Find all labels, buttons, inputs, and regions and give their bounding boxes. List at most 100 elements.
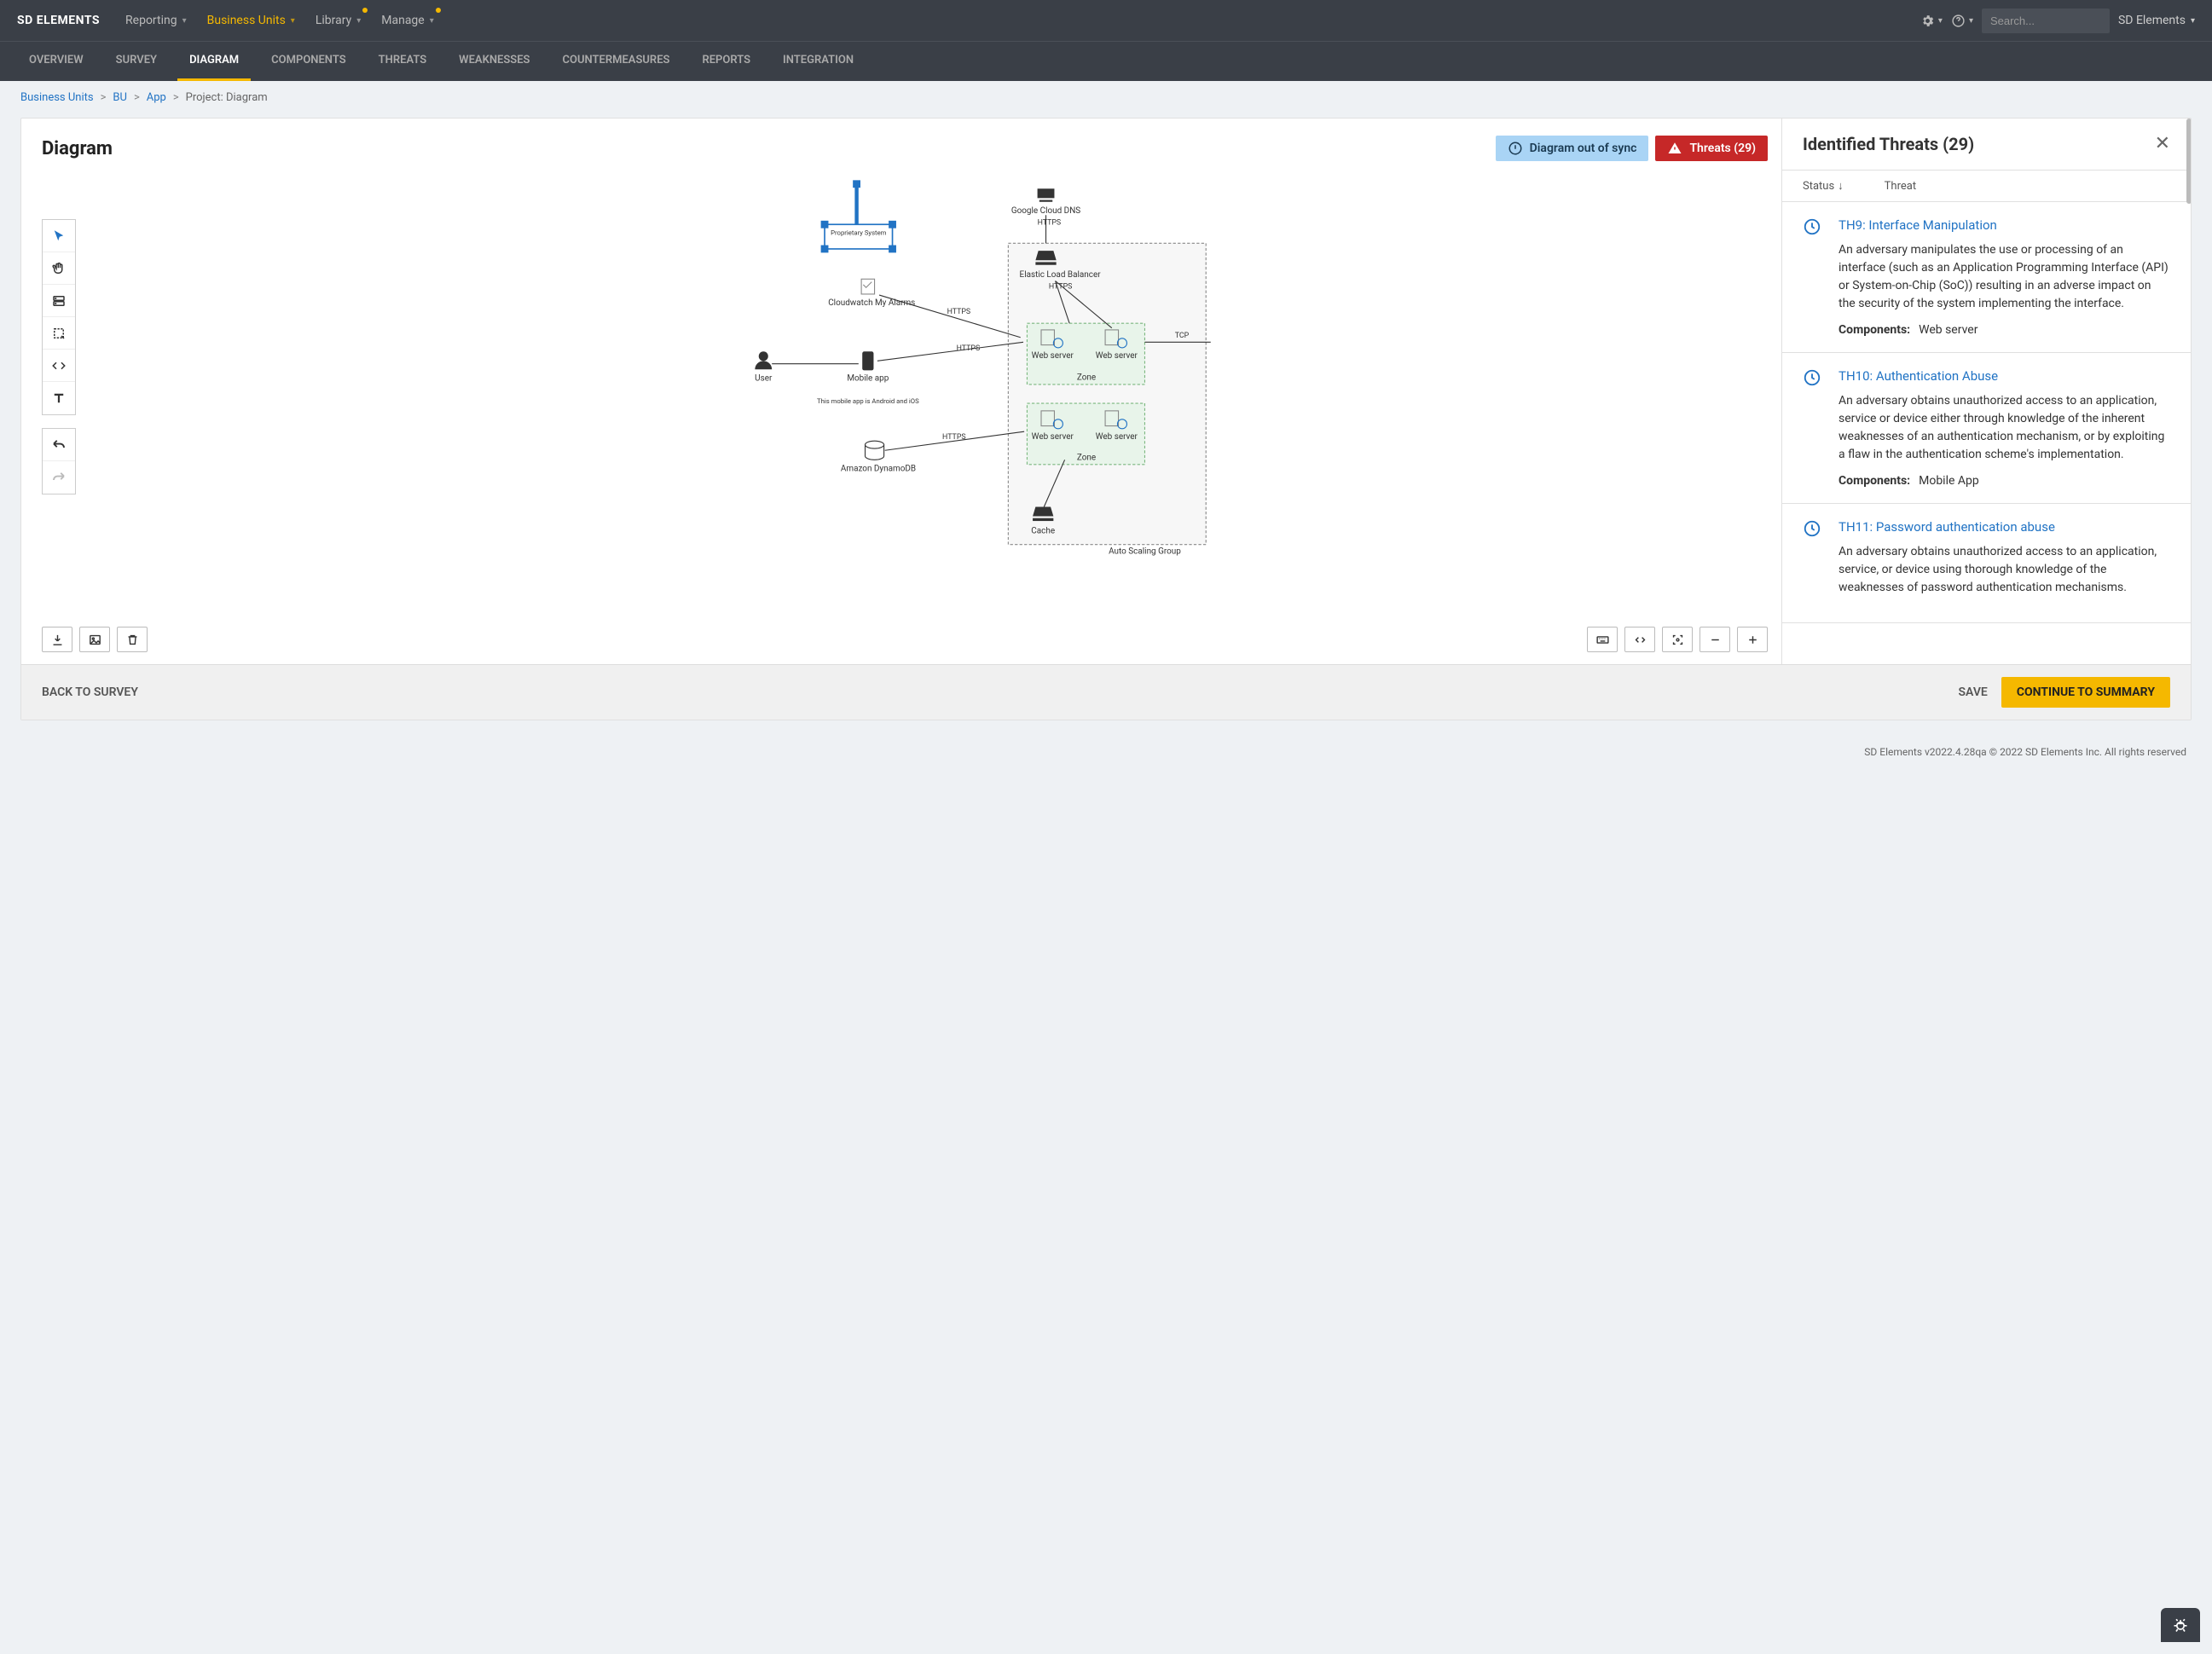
image-icon bbox=[88, 633, 102, 647]
breadcrumb-bu[interactable]: BU bbox=[113, 91, 127, 104]
threat-row: TH11: Password authentication abuse An a… bbox=[1782, 504, 2191, 623]
tab-components[interactable]: COMPONENTS bbox=[259, 42, 358, 81]
tool-undo[interactable] bbox=[43, 429, 75, 461]
tool-pointer[interactable] bbox=[43, 220, 75, 252]
tab-threats[interactable]: THREATS bbox=[367, 42, 439, 81]
column-status[interactable]: Status ↓ bbox=[1803, 179, 1844, 193]
column-threat-label: Threat bbox=[1885, 180, 1916, 193]
topnav-label: Business Units bbox=[207, 14, 286, 27]
continue-button[interactable]: CONTINUE TO SUMMARY bbox=[2001, 677, 2170, 708]
tab-diagram[interactable]: DIAGRAM bbox=[177, 42, 251, 81]
clock-icon bbox=[1803, 368, 1821, 387]
fit-button[interactable] bbox=[1662, 627, 1693, 652]
column-threat[interactable]: Threat bbox=[1885, 179, 1916, 193]
minus-icon bbox=[1708, 633, 1723, 647]
topnav-library[interactable]: Library ▾ bbox=[307, 9, 369, 32]
threat-row: TH10: Authentication Abuse An adversary … bbox=[1782, 353, 2191, 504]
gear-icon bbox=[1920, 14, 1935, 28]
threats-badge-label: Threats (29) bbox=[1689, 142, 1756, 155]
chevron-down-icon: ▾ bbox=[2191, 16, 2195, 26]
alert-circle-icon bbox=[1508, 141, 1523, 156]
code-icon bbox=[51, 358, 67, 373]
svg-text:This mobile app is Android and: This mobile app is Android and iOS bbox=[817, 397, 919, 405]
tool-redo[interactable] bbox=[43, 461, 75, 494]
svg-text:Mobile app: Mobile app bbox=[847, 374, 889, 384]
threat-description: An adversary obtains unauthorized access… bbox=[1839, 543, 2170, 597]
zoom-out-button[interactable] bbox=[1700, 627, 1730, 652]
breadcrumb-current: Project: Diagram bbox=[186, 91, 268, 104]
topnav-business-units[interactable]: Business Units ▾ bbox=[199, 9, 304, 32]
threat-title-link[interactable]: TH10: Authentication Abuse bbox=[1839, 368, 2170, 384]
back-to-survey-button[interactable]: BACK TO SURVEY bbox=[42, 685, 138, 699]
tool-server[interactable] bbox=[43, 285, 75, 317]
close-panel-button[interactable]: ✕ bbox=[2155, 135, 2170, 153]
breadcrumb-separator: > bbox=[101, 91, 107, 104]
svg-text:Cloudwatch My Alarms: Cloudwatch My Alarms bbox=[828, 298, 915, 308]
tab-countermeasures[interactable]: COUNTERMEASURES bbox=[550, 42, 681, 81]
threat-components: Components:Web server bbox=[1839, 323, 2170, 337]
diagram-sync-badge[interactable]: Diagram out of sync bbox=[1496, 136, 1649, 161]
breadcrumb-app[interactable]: App bbox=[147, 91, 166, 104]
threat-description: An adversary manipulates the use or proc… bbox=[1839, 241, 2170, 313]
tab-weaknesses[interactable]: WEAKNESSES bbox=[447, 42, 541, 81]
svg-text:Web server: Web server bbox=[1032, 351, 1074, 361]
image-button[interactable] bbox=[79, 627, 110, 652]
trash-icon bbox=[125, 633, 140, 647]
help-icon bbox=[1951, 14, 1966, 28]
user-label: SD Elements bbox=[2118, 14, 2186, 27]
delete-button[interactable] bbox=[117, 627, 148, 652]
threats-badge[interactable]: Threats (29) bbox=[1655, 136, 1768, 161]
sync-badge-label: Diagram out of sync bbox=[1530, 142, 1637, 155]
diagram-canvas[interactable]: Auto Scaling Group Zone Zone bbox=[89, 168, 1768, 620]
notification-dot bbox=[436, 8, 441, 13]
keyboard-button[interactable] bbox=[1587, 627, 1618, 652]
help-button[interactable]: ▾ bbox=[1951, 14, 1973, 28]
keyboard-icon bbox=[1595, 633, 1610, 647]
settings-button[interactable]: ▾ bbox=[1920, 14, 1943, 28]
svg-text:Proprietary System: Proprietary System bbox=[831, 228, 887, 236]
svg-text:Google Cloud DNS: Google Cloud DNS bbox=[1011, 206, 1080, 216]
threat-title-link[interactable]: TH9: Interface Manipulation bbox=[1839, 217, 2170, 233]
topnav-manage[interactable]: Manage ▾ bbox=[373, 9, 443, 32]
breadcrumb-business-units[interactable]: Business Units bbox=[20, 91, 94, 104]
threat-description: An adversary obtains unauthorized access… bbox=[1839, 392, 2170, 464]
svg-text:Zone: Zone bbox=[1077, 373, 1096, 382]
canvas-toolbox bbox=[42, 219, 76, 415]
clock-icon bbox=[1803, 519, 1821, 538]
tab-reports[interactable]: REPORTS bbox=[690, 42, 762, 81]
tab-survey[interactable]: SURVEY bbox=[104, 42, 169, 81]
embed-button[interactable] bbox=[1624, 627, 1655, 652]
svg-text:TCP: TCP bbox=[1175, 332, 1190, 340]
save-button[interactable]: SAVE bbox=[1958, 685, 1987, 699]
zoom-in-button[interactable] bbox=[1737, 627, 1768, 652]
focus-icon bbox=[1671, 633, 1685, 647]
svg-text:Auto Scaling Group: Auto Scaling Group bbox=[1109, 547, 1181, 557]
plus-icon bbox=[1746, 633, 1760, 647]
warning-triangle-icon bbox=[1667, 141, 1682, 156]
tab-integration[interactable]: INTEGRATION bbox=[771, 42, 866, 81]
tool-text[interactable] bbox=[43, 382, 75, 414]
user-menu[interactable]: SD Elements ▾ bbox=[2118, 14, 2195, 27]
search-input[interactable] bbox=[1982, 9, 2110, 33]
svg-text:Web server: Web server bbox=[1096, 351, 1138, 361]
topnav-label: Library bbox=[316, 14, 351, 27]
download-button[interactable] bbox=[42, 627, 72, 652]
page-title: Diagram bbox=[42, 138, 113, 159]
report-bug-button[interactable] bbox=[2161, 1608, 2200, 1642]
topnav-label: Manage bbox=[381, 14, 424, 27]
brand-logo[interactable]: SD ELEMENTS bbox=[17, 14, 100, 27]
topnav-reporting[interactable]: Reporting ▾ bbox=[117, 9, 195, 32]
svg-text:Web server: Web server bbox=[1032, 432, 1074, 442]
svg-text:Amazon DynamoDB: Amazon DynamoDB bbox=[841, 465, 916, 474]
undo-icon bbox=[51, 437, 67, 453]
tool-code[interactable] bbox=[43, 350, 75, 382]
chevron-down-icon: ▾ bbox=[291, 16, 295, 26]
chevron-down-icon: ▾ bbox=[1938, 16, 1943, 26]
cursor-icon bbox=[51, 228, 67, 244]
threat-title-link[interactable]: TH11: Password authentication abuse bbox=[1839, 519, 2170, 535]
tab-overview[interactable]: OVERVIEW bbox=[17, 42, 96, 81]
tool-pan[interactable] bbox=[43, 252, 75, 285]
panel-title: Identified Threats (29) bbox=[1803, 134, 1974, 154]
breadcrumb-separator: > bbox=[134, 91, 140, 104]
tool-select-area[interactable] bbox=[43, 317, 75, 350]
